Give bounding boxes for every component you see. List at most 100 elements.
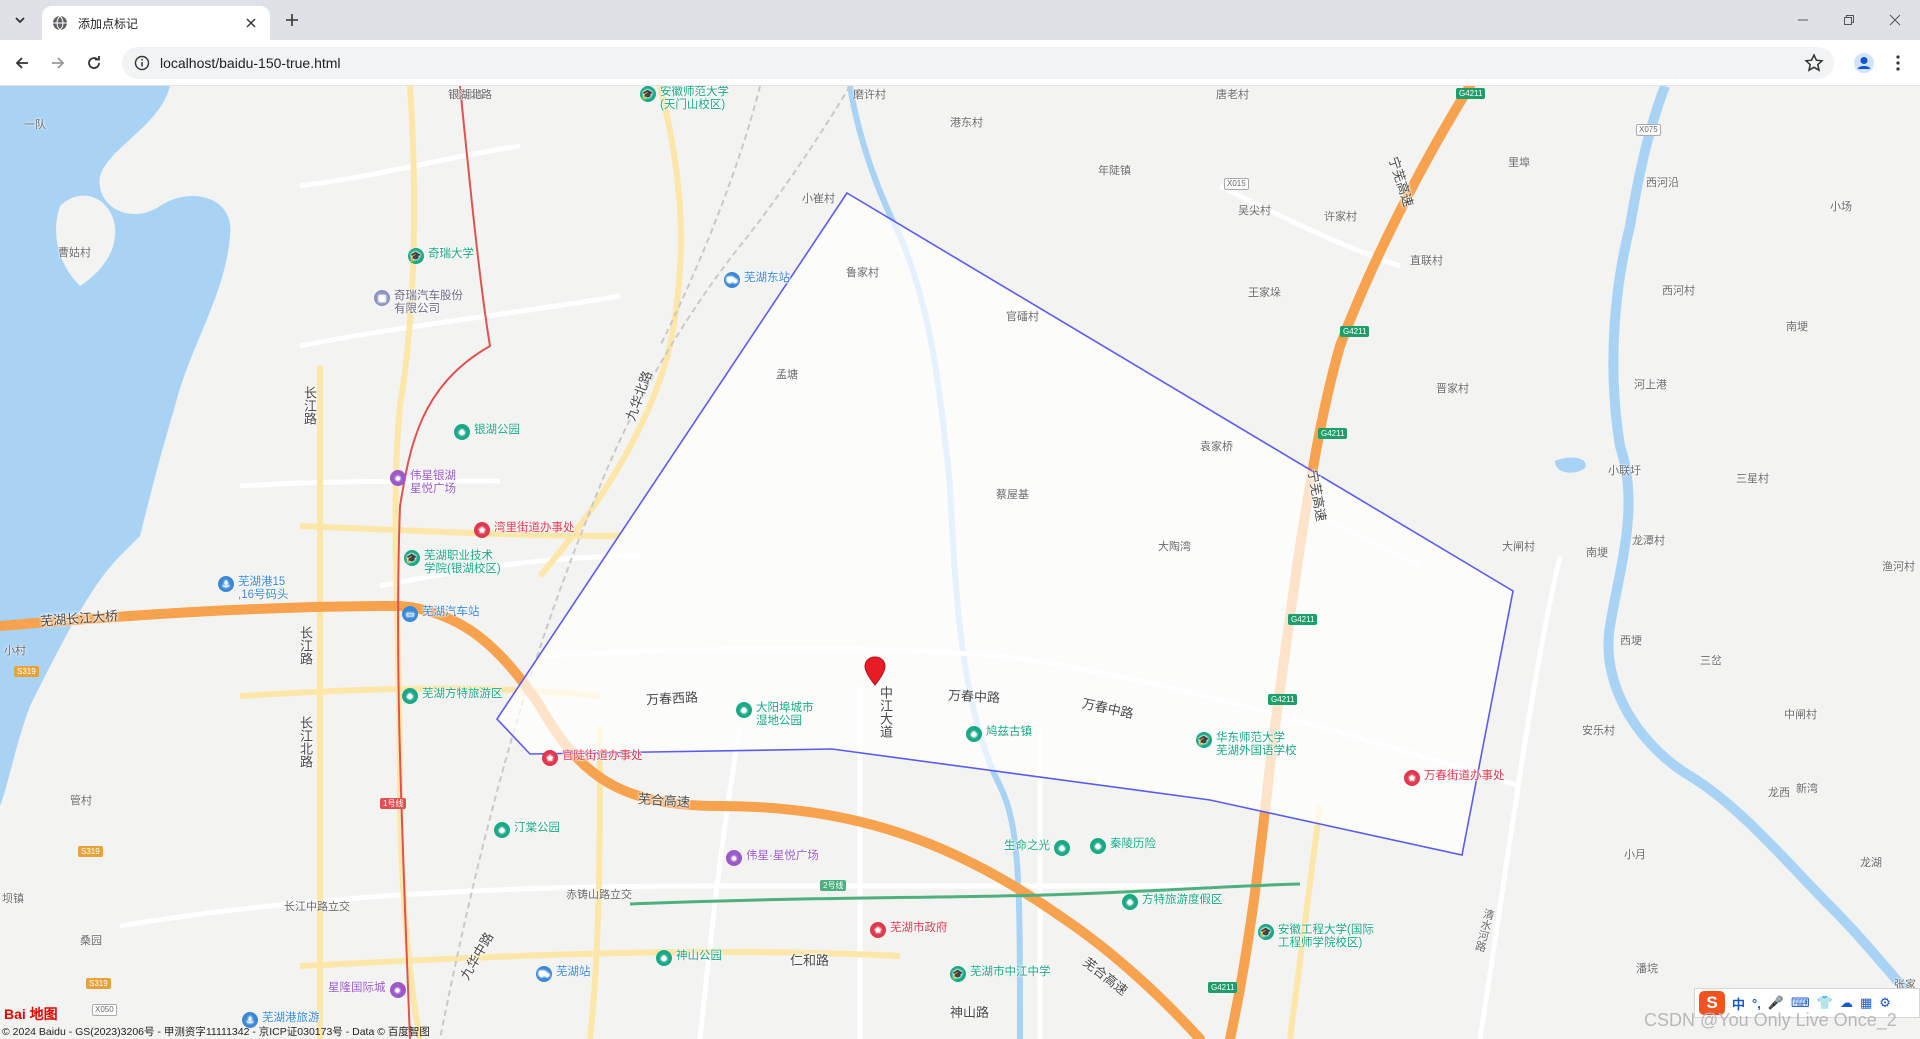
place-label: 蔡屋基: [996, 489, 1029, 501]
apps-icon[interactable]: ▦: [1860, 995, 1872, 1011]
shopping-icon: ●: [726, 850, 742, 866]
place-label: 中闸村: [1784, 709, 1817, 721]
baidu-map-logo[interactable]: Bai 地图: [4, 1004, 58, 1024]
place-label: 坝镇: [2, 893, 24, 905]
minimize-icon: [1798, 19, 1808, 21]
road-shield: X075: [1636, 124, 1661, 136]
poi-park[interactable]: ♣ 神山公园: [656, 950, 722, 966]
place-label: 吴尖村: [1238, 205, 1271, 217]
skin-icon[interactable]: 👕: [1817, 995, 1833, 1011]
poi-park[interactable]: ♣ 汀棠公园: [494, 822, 560, 838]
poi-company[interactable]: ▣ 奇瑞汽车股份 有限公司: [374, 290, 463, 316]
government-icon: ★: [542, 750, 558, 766]
keyboard-icon[interactable]: ⌨: [1791, 995, 1810, 1011]
place-label: 直联村: [1410, 255, 1443, 267]
active-tab[interactable]: 添加点标记: [42, 6, 270, 40]
place-label: 南埂: [1786, 321, 1808, 333]
road-shield: S319: [14, 666, 39, 677]
place-label: 西河村: [1662, 285, 1695, 297]
road-label: 长江路: [298, 626, 313, 665]
place-label: 安乐村: [1582, 725, 1615, 737]
restore-button[interactable]: [1826, 0, 1872, 40]
profile-button[interactable]: [1850, 49, 1878, 77]
place-label: 桑园: [80, 935, 102, 947]
settings-gear-icon[interactable]: ⚙: [1879, 995, 1891, 1011]
train-icon: ⛟: [536, 966, 552, 982]
road-label: 芜合高速: [637, 791, 691, 810]
poi-park[interactable]: ♣ 芜湖方特旅游区: [402, 688, 503, 704]
poi-bus-station[interactable]: ▭ 芜湖汽车站: [402, 606, 480, 622]
tab-close-button[interactable]: [242, 14, 260, 32]
poi-attraction[interactable]: ♣ 秦陵历险: [1090, 838, 1156, 854]
browser-menu-button[interactable]: [1884, 49, 1912, 77]
cloud-icon[interactable]: ☁: [1840, 995, 1853, 1011]
minimize-button[interactable]: [1780, 0, 1826, 40]
poi-government[interactable]: ★ 官陡街道办事处: [542, 750, 643, 766]
poi-park[interactable]: ♣ 鸠兹古镇: [966, 726, 1032, 742]
place-label: 龙湖: [1860, 857, 1882, 869]
poi-government[interactable]: ★ 芜湖市政府: [870, 922, 948, 938]
road-shield: S319: [78, 846, 103, 857]
poi-government[interactable]: ★ 湾里街道办事处: [474, 522, 575, 538]
park-icon: ♣: [402, 688, 418, 704]
reload-button[interactable]: [80, 49, 108, 77]
government-icon: ★: [870, 922, 886, 938]
place-label: 袁家桥: [1200, 441, 1233, 453]
poi-university[interactable]: 🎓 安徽工程大学(国际 工程师学院校区): [1258, 924, 1374, 950]
road-label: 长江路: [302, 386, 317, 425]
poi-government[interactable]: ★ 万春街道办事处: [1404, 770, 1505, 786]
place-label: 港东村: [950, 117, 983, 129]
highway-shield: G4211: [1268, 694, 1298, 705]
park-icon: ♣: [1054, 840, 1070, 856]
poi-shopping[interactable]: ● 伟星·星悦广场: [726, 850, 819, 866]
address-bar[interactable]: localhost/baidu-150-true.html: [122, 47, 1834, 79]
road-shield: X050: [92, 1004, 117, 1016]
poi-attraction[interactable]: 生命之光 ♣: [1004, 840, 1074, 856]
poi-university[interactable]: 🎓 安徽师范大学 (天门山校区): [640, 86, 729, 112]
poi-university[interactable]: 🎓 奇瑞大学: [408, 248, 474, 264]
close-icon: [1889, 14, 1901, 26]
site-info-icon[interactable]: [134, 55, 150, 71]
ime-punctuation-toggle[interactable]: °,: [1752, 996, 1761, 1011]
close-window-button[interactable]: [1872, 0, 1918, 40]
train-icon: ⛟: [724, 272, 740, 288]
url-text[interactable]: localhost/baidu-150-true.html: [160, 55, 341, 71]
arrow-right-icon: [52, 57, 65, 69]
poi-train-station[interactable]: ⛟ 芜湖站: [536, 966, 591, 982]
bookmark-star-icon[interactable]: [1804, 53, 1824, 73]
tab-title: 添加点标记: [78, 16, 139, 31]
poi-port[interactable]: ⚓ 芜湖港15 ,16号码头: [218, 576, 289, 602]
graduation-icon: 🎓: [950, 966, 966, 982]
poi-train-station[interactable]: ⛟ 芜湖东站: [724, 272, 790, 288]
place-label: 小崔村: [802, 193, 835, 205]
poi-school[interactable]: 🎓 芜湖市中江中学: [950, 966, 1051, 982]
park-icon: ♣: [1122, 894, 1138, 910]
government-icon: ★: [474, 522, 490, 538]
tab-search-button[interactable]: [8, 8, 32, 32]
poi-park[interactable]: ♣ 大阳埠城市 湿地公园: [736, 702, 814, 728]
road-label: 长江北路: [298, 716, 313, 768]
back-button[interactable]: [8, 49, 36, 77]
place-label: 龙西: [1768, 787, 1790, 799]
company-icon: ▣: [374, 290, 390, 306]
poi-shopping[interactable]: ● 伟星银湖 星悦广场: [390, 470, 456, 496]
place-label: 唐老村: [1216, 89, 1249, 101]
poi-university[interactable]: 🎓 华东师范大学 芜湖外国语学校: [1196, 732, 1297, 758]
map-canvas[interactable]: 一队 曹姑村 鸣湖路 小崔村 港东村 磨许村 唐老村 年陡镇 里埠 西河沿 小场…: [0, 86, 1920, 1039]
park-icon: ♣: [736, 702, 752, 718]
kebab-menu-icon: [1896, 55, 1900, 71]
forward-button[interactable]: [44, 49, 72, 77]
road-shield: X015: [1224, 178, 1249, 190]
microphone-icon[interactable]: 🎤: [1768, 995, 1784, 1011]
park-icon: ♣: [454, 424, 470, 440]
poi-attraction[interactable]: ♣ 方特旅游度假区: [1122, 894, 1223, 910]
place-label: 小月: [1624, 849, 1646, 861]
place-label: 渔河村: [1882, 561, 1915, 573]
poi-park[interactable]: ♣ 银湖公园: [454, 424, 520, 440]
highway-shield: G4211: [1208, 982, 1238, 993]
place-label: 许家村: [1324, 211, 1357, 223]
poi-shopping[interactable]: 星隆国际城 ●: [328, 982, 410, 998]
new-tab-button[interactable]: [280, 8, 304, 32]
poi-university[interactable]: 🎓 芜湖职业技术 学院(银湖校区): [404, 550, 501, 576]
location-marker-icon[interactable]: [864, 656, 886, 686]
